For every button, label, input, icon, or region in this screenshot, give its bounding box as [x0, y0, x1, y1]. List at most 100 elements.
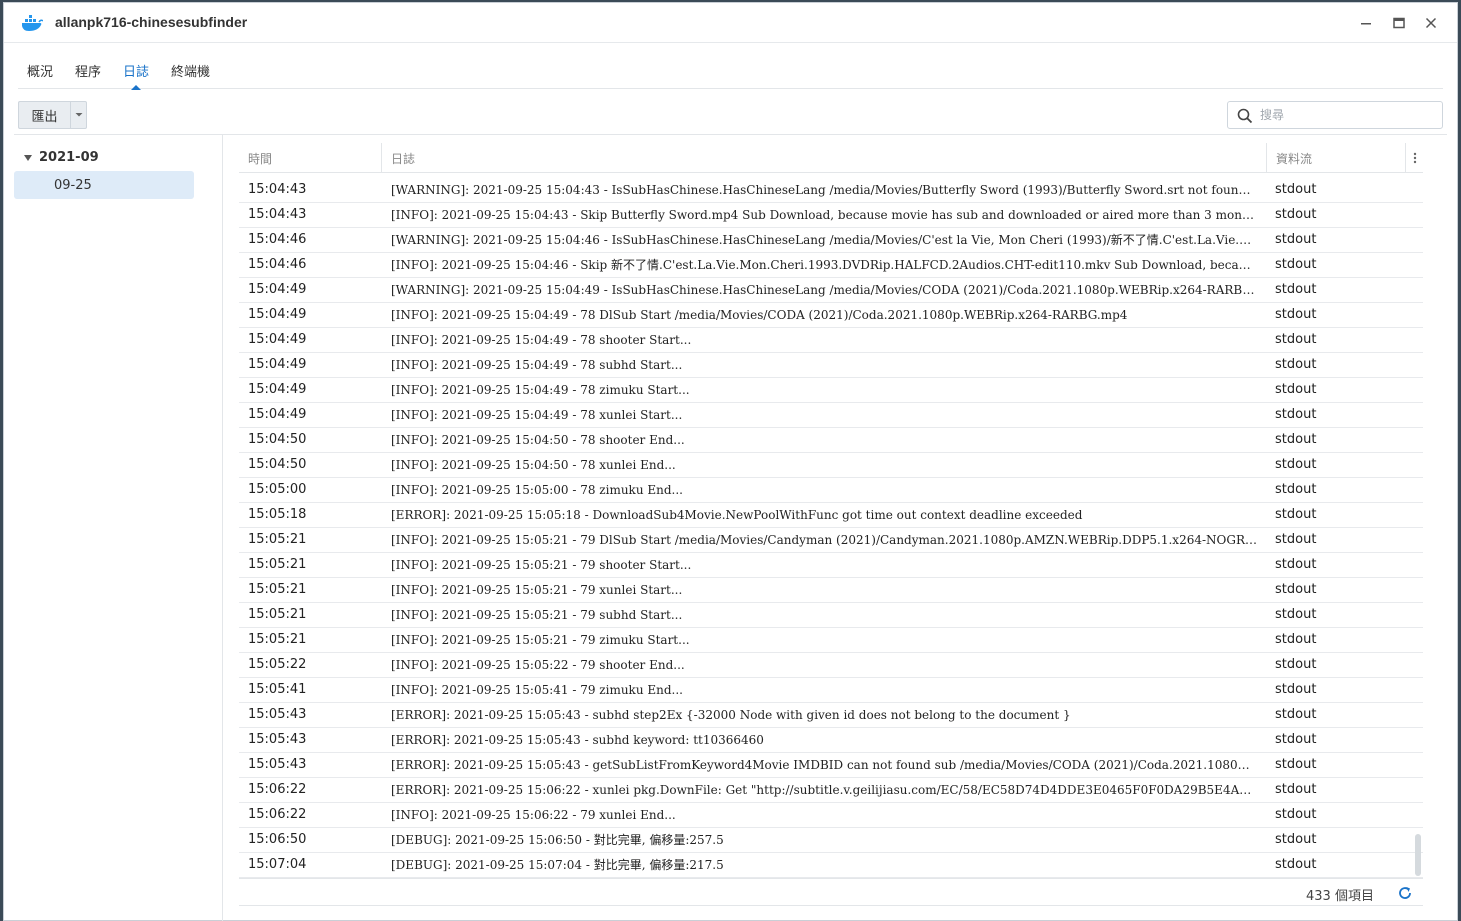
date-tree-panel: 2021-09 09-25 — [0, 135, 223, 921]
cell-stream: stdout — [1275, 482, 1317, 497]
tree-group-month[interactable]: 2021-09 — [24, 150, 99, 165]
cell-log: [ERROR]: 2021-09-25 15:05:18 - DownloadS… — [391, 508, 1083, 522]
cell-log: [INFO]: 2021-09-25 15:05:21 - 79 zimuku … — [391, 633, 690, 647]
table-row[interactable]: 15:05:43 [ERROR]: 2021-09-25 15:05:43 - s… — [239, 703, 1423, 728]
table-row[interactable]: 15:05:41 [INFO]: 2021-09-25 15:05:41 - 79… — [239, 678, 1423, 703]
tab-process[interactable]: 程序 — [75, 61, 101, 89]
cell-time: 15:05:43 — [248, 707, 307, 722]
cell-log: [DEBUG]: 2021-09-25 15:06:50 - 對比完畢, 偏移量… — [391, 833, 724, 847]
header-time[interactable]: 時間 — [239, 143, 381, 173]
tab-log[interactable]: 日誌 — [123, 61, 149, 90]
maximize-button[interactable] — [1389, 13, 1409, 33]
maximize-icon — [1393, 17, 1405, 29]
table-row[interactable]: 15:05:21 [INFO]: 2021-09-25 15:05:21 - 79… — [239, 628, 1423, 653]
cell-log: [WARNING]: 2021-09-25 15:04:46 - IsSubHa… — [391, 233, 1257, 247]
cell-stream: stdout — [1275, 782, 1317, 797]
cell-stream: stdout — [1275, 282, 1317, 297]
table-row[interactable]: 15:04:50 [INFO]: 2021-09-25 15:04:50 - 78… — [239, 428, 1423, 453]
cell-stream: stdout — [1275, 432, 1317, 447]
table-row[interactable]: 15:05:43 [ERROR]: 2021-09-25 15:05:43 - g… — [239, 753, 1423, 778]
table-row[interactable]: 15:04:49 [INFO]: 2021-09-25 15:04:49 - 78… — [239, 328, 1423, 353]
cell-stream: stdout — [1275, 457, 1317, 472]
cell-time: 15:05:21 — [248, 632, 307, 647]
tab-terminal[interactable]: 終端機 — [171, 61, 210, 89]
table-row[interactable]: 15:05:22 [INFO]: 2021-09-25 15:05:22 - 79… — [239, 653, 1423, 678]
search-box[interactable] — [1227, 101, 1443, 129]
table-row[interactable]: 15:05:43 [ERROR]: 2021-09-25 15:05:43 - s… — [239, 728, 1423, 753]
cell-time: 15:05:21 — [248, 532, 307, 547]
table-row[interactable]: 15:05:21 [INFO]: 2021-09-25 15:05:21 - 79… — [239, 528, 1423, 553]
cell-stream: stdout — [1275, 557, 1317, 572]
table-row[interactable]: 15:06:50 [DEBUG]: 2021-09-25 15:06:50 - 對… — [239, 828, 1423, 853]
cell-stream: stdout — [1275, 607, 1317, 622]
caret-down-icon — [75, 113, 82, 117]
table-row[interactable]: 15:04:43 [INFO]: 2021-09-25 15:04:43 - Sk… — [239, 203, 1423, 228]
table-row[interactable]: 15:04:46 [INFO]: 2021-09-25 15:04:46 - Sk… — [239, 253, 1423, 278]
cell-stream: stdout — [1275, 332, 1317, 347]
cell-stream: stdout — [1275, 532, 1317, 547]
cell-stream: stdout — [1275, 407, 1317, 422]
table-row[interactable]: 15:04:46 [WARNING]: 2021-09-25 15:04:46 -… — [239, 228, 1423, 253]
table-row[interactable]: 15:05:00 [INFO]: 2021-09-25 15:05:00 - 78… — [239, 478, 1423, 503]
table-row[interactable]: 15:04:49 [INFO]: 2021-09-25 15:04:49 - 78… — [239, 353, 1423, 378]
table-row[interactable]: 15:05:18 [ERROR]: 2021-09-25 15:05:18 - D… — [239, 503, 1423, 528]
table-row[interactable]: 15:04:49 [INFO]: 2021-09-25 15:04:49 - 78… — [239, 378, 1423, 403]
cell-time: 15:06:22 — [248, 807, 307, 822]
close-button[interactable] — [1421, 13, 1441, 33]
cell-log: [INFO]: 2021-09-25 15:05:41 - 79 zimuku … — [391, 683, 683, 697]
cell-time: 15:04:49 — [248, 407, 307, 422]
caret-down-icon — [24, 154, 32, 161]
cell-stream: stdout — [1275, 507, 1317, 522]
cell-stream: stdout — [1275, 582, 1317, 597]
tree-item-day[interactable]: 09-25 — [14, 171, 194, 199]
cell-stream: stdout — [1275, 657, 1317, 672]
table-row[interactable]: 15:07:04 [DEBUG]: 2021-09-25 15:07:04 - 對… — [239, 853, 1423, 878]
cell-time: 15:05:43 — [248, 757, 307, 772]
table-row[interactable]: 15:06:22 [ERROR]: 2021-09-25 15:06:22 - x… — [239, 778, 1423, 803]
cell-log: [INFO]: 2021-09-25 15:04:49 - 78 DlSub S… — [391, 308, 1128, 322]
cell-time: 15:04:49 — [248, 357, 307, 372]
bottom-divider — [239, 905, 1423, 906]
scrollbar-thumb[interactable] — [1415, 834, 1421, 876]
export-dropdown-button[interactable] — [70, 101, 87, 129]
cell-stream: stdout — [1275, 757, 1317, 772]
tree-group-label: 2021-09 — [39, 150, 99, 165]
table-row[interactable]: 15:05:21 [INFO]: 2021-09-25 15:05:21 - 79… — [239, 603, 1423, 628]
export-button[interactable]: 匯出 — [18, 101, 70, 129]
table-row[interactable]: 15:04:50 [INFO]: 2021-09-25 15:04:50 - 78… — [239, 453, 1423, 478]
table-row[interactable]: 15:06:22 [INFO]: 2021-09-25 15:06:22 - 79… — [239, 803, 1423, 828]
cell-time: 15:05:43 — [248, 732, 307, 747]
cell-time: 15:04:46 — [248, 232, 307, 247]
table-row[interactable]: 15:04:49 [INFO]: 2021-09-25 15:04:49 - 78… — [239, 403, 1423, 428]
table-row[interactable]: 15:05:21 [INFO]: 2021-09-25 15:05:21 - 79… — [239, 553, 1423, 578]
cell-time: 15:04:46 — [248, 257, 307, 272]
cell-time: 15:04:43 — [248, 207, 307, 222]
title-bar: allanpk716-chinesesubfinder — [4, 3, 1457, 43]
column-menu-button[interactable] — [1405, 143, 1423, 173]
cell-log: [WARNING]: 2021-09-25 15:04:43 - IsSubHa… — [391, 183, 1257, 197]
table-row[interactable]: 15:04:43 [WARNING]: 2021-09-25 15:04:43 -… — [239, 178, 1423, 203]
cell-log: [INFO]: 2021-09-25 15:04:49 - 78 subhd S… — [391, 358, 683, 372]
cell-log: [INFO]: 2021-09-25 15:05:21 - 79 shooter… — [391, 558, 692, 572]
cell-log: [ERROR]: 2021-09-25 15:05:43 - getSubLis… — [391, 758, 1257, 772]
footer-divider — [239, 878, 1423, 879]
cell-stream: stdout — [1275, 732, 1317, 747]
header-stream[interactable]: 資料流 — [1266, 143, 1405, 173]
cell-stream: stdout — [1275, 857, 1317, 872]
search-input[interactable] — [1260, 105, 1436, 125]
cell-log: [ERROR]: 2021-09-25 15:05:43 - subhd ste… — [391, 708, 1071, 722]
table-row[interactable]: 15:05:21 [INFO]: 2021-09-25 15:05:21 - 79… — [239, 578, 1423, 603]
cell-time: 15:04:49 — [248, 307, 307, 322]
minimize-button[interactable] — [1356, 13, 1376, 33]
refresh-icon[interactable] — [1397, 885, 1413, 901]
cell-time: 15:07:04 — [248, 857, 307, 872]
table-row[interactable]: 15:04:49 [INFO]: 2021-09-25 15:04:49 - 78… — [239, 303, 1423, 328]
header-log[interactable]: 日誌 — [381, 143, 1266, 173]
cell-stream: stdout — [1275, 207, 1317, 222]
cell-log: [INFO]: 2021-09-25 15:04:49 - 78 xunlei … — [391, 408, 683, 422]
table-row[interactable]: 15:04:49 [WARNING]: 2021-09-25 15:04:49 -… — [239, 278, 1423, 303]
table-body: 15:04:43 [WARNING]: 2021-09-25 15:04:43 -… — [239, 178, 1423, 878]
search-icon — [1237, 108, 1253, 124]
tab-overview[interactable]: 概況 — [27, 61, 53, 89]
cell-stream: stdout — [1275, 182, 1317, 197]
